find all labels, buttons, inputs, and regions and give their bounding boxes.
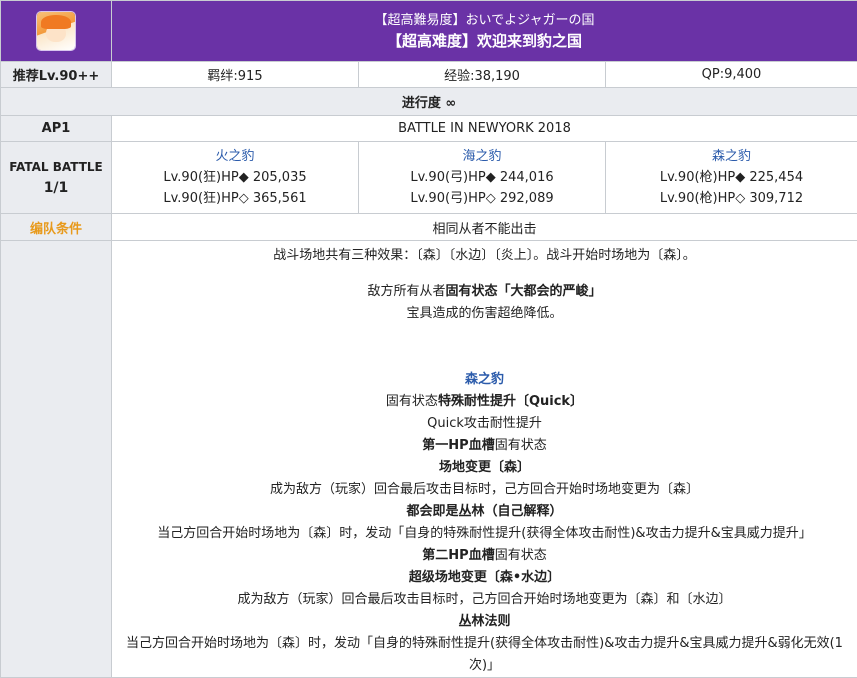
fatal-battle-row: FATAL BATTLE 1/1 火之豹 Lv.90(狂)HP◆ 205,035… — [1, 142, 857, 214]
skill-4-desc: 当己方回合开始时场地为〔森〕时，发动「自身的特殊耐性提升(获得全体攻击耐性)&攻… — [120, 523, 849, 545]
info-row: 推荐Lv.90++ 羁绊:915 经验:38,190 QP:9,400 — [1, 62, 857, 88]
formation-value: 相同从者不能出击 — [112, 214, 857, 241]
enemy-hp-line2: Lv.90(狂)HP◇ 365,561 — [112, 188, 358, 209]
enemy-hp-line2: Lv.90(枪)HP◇ 309,712 — [606, 188, 857, 209]
progress-row: 进行度 ∞ — [1, 88, 857, 116]
enemy-cell: 森之豹 Lv.90(枪)HP◆ 225,454 Lv.90(枪)HP◇ 309,… — [606, 142, 857, 214]
enemy-cell: 火之豹 Lv.90(狂)HP◆ 205,035 Lv.90(狂)HP◇ 365,… — [112, 142, 359, 214]
exp-value: 经验:38,190 — [359, 62, 606, 88]
skill-2-name: 第一HP血槽 — [422, 438, 494, 453]
skill-7-name: 丛林法则 — [120, 611, 849, 633]
formation-label: 编队条件 — [1, 214, 112, 241]
notes-row: 战斗场地共有三种效果：〔森〕〔水边〕〔炎上〕。战斗开始时场地为〔森〕。 敌方所有… — [1, 241, 857, 678]
enemy-hp-line1: Lv.90(弓)HP◆ 244,016 — [359, 167, 605, 188]
enemy-all-state: 固有状态「大都会的严峻」 — [446, 284, 602, 299]
enemy-all-note: 敌方所有从者固有状态「大都会的严峻」 — [120, 281, 849, 303]
skill-6-name: 超级场地变更〔森•水边〕 — [120, 567, 849, 589]
boss-name-link[interactable]: 森之豹 — [120, 369, 849, 391]
qp-value: QP:9,400 — [606, 62, 857, 88]
spacer — [120, 347, 849, 369]
skill-1-prefix: 固有状态 — [386, 394, 438, 409]
progress-label: 进行度 ∞ — [1, 88, 857, 116]
skill-3-name: 场地变更〔森〕 — [120, 457, 849, 479]
np-reduce-note: 宝具造成的伤害超绝降低。 — [120, 303, 849, 325]
battle-name: BATTLE IN NEWYORK 2018 — [112, 116, 857, 142]
servant-portrait-icon — [37, 12, 75, 50]
quest-title-cn: 【超高难度】欢迎来到豹之国 — [112, 30, 857, 56]
skill-4-name: 都会即是丛林（自己解释） — [120, 501, 849, 523]
spacer — [120, 267, 849, 281]
quest-table: 【超高難易度】おいでよジャガーの国 【超高难度】欢迎来到豹之国 推荐Lv.90+… — [0, 0, 857, 678]
header-title-cell: 【超高難易度】おいでよジャガーの国 【超高难度】欢迎来到豹之国 — [112, 1, 857, 62]
enemy-hp-line1: Lv.90(枪)HP◆ 225,454 — [606, 167, 857, 188]
enemy-name[interactable]: 森之豹 — [606, 147, 857, 167]
fatal-battle-label-cell: FATAL BATTLE 1/1 — [1, 142, 112, 214]
fatal-battle-count: 1/1 — [1, 177, 111, 199]
skill-1: 固有状态特殊耐性提升〔Quick〕 — [120, 391, 849, 413]
skill-5: 第二HP血槽固有状态 — [120, 545, 849, 567]
enemy-name[interactable]: 海之豹 — [359, 147, 605, 167]
skill-7-desc: 当己方回合开始时场地为〔森〕时，发动「自身的特殊耐性提升(获得全体攻击耐性)&攻… — [120, 633, 849, 677]
enemy-hp-line2: Lv.90(弓)HP◇ 292,089 — [359, 188, 605, 209]
notes-label-cell — [1, 241, 112, 678]
fatal-battle-label: FATAL BATTLE — [1, 157, 111, 177]
recommended-level: 推荐Lv.90++ — [1, 62, 112, 88]
quest-info-page: 【超高難易度】おいでよジャガーの国 【超高难度】欢迎来到豹之国 推荐Lv.90+… — [0, 0, 857, 662]
enemy-cell: 海之豹 Lv.90(弓)HP◆ 244,016 Lv.90(弓)HP◇ 292,… — [359, 142, 606, 214]
skill-3-desc: 成为敌方（玩家）回合最后攻击目标时，己方回合开始时场地变更为〔森〕 — [120, 479, 849, 501]
skill-2-suffix: 固有状态 — [495, 438, 547, 453]
skill-5-name: 第二HP血槽 — [422, 548, 494, 563]
header-row: 【超高難易度】おいでよジャガーの国 【超高难度】欢迎来到豹之国 — [1, 1, 857, 62]
formation-row: 编队条件 相同从者不能出击 — [1, 214, 857, 241]
bond-value: 羁绊:915 — [112, 62, 359, 88]
skill-1-desc: Quick攻击耐性提升 — [120, 413, 849, 435]
quest-title-jp: 【超高難易度】おいでよジャガーの国 — [112, 6, 857, 30]
skill-1-name: 特殊耐性提升〔Quick〕 — [438, 394, 583, 409]
spacer — [120, 325, 849, 347]
enemy-name[interactable]: 火之豹 — [112, 147, 358, 167]
skill-2: 第一HP血槽固有状态 — [120, 435, 849, 457]
field-note: 战斗场地共有三种效果：〔森〕〔水边〕〔炎上〕。战斗开始时场地为〔森〕。 — [120, 245, 849, 267]
skill-5-suffix: 固有状态 — [495, 548, 547, 563]
ap-cost: AP1 — [1, 116, 112, 142]
ap-row: AP1 BATTLE IN NEWYORK 2018 — [1, 116, 857, 142]
enemy-all-prefix: 敌方所有从者 — [367, 284, 445, 299]
skill-6-desc: 成为敌方（玩家）回合最后攻击目标时，己方回合开始时场地变更为〔森〕和〔水边〕 — [120, 589, 849, 611]
header-icon-cell — [1, 1, 112, 62]
enemy-hp-line1: Lv.90(狂)HP◆ 205,035 — [112, 167, 358, 188]
notes-cell: 战斗场地共有三种效果：〔森〕〔水边〕〔炎上〕。战斗开始时场地为〔森〕。 敌方所有… — [112, 241, 857, 678]
